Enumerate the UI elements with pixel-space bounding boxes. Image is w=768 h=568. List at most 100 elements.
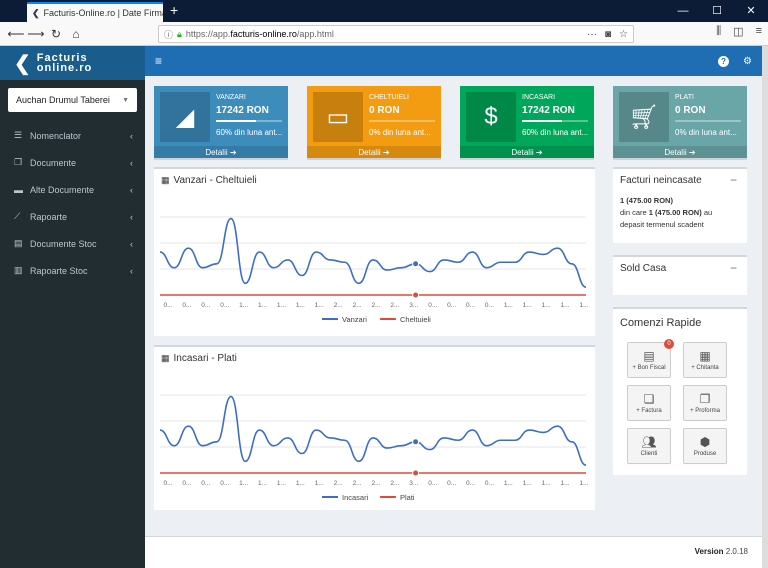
collapse-icon[interactable]: −: [730, 261, 737, 275]
minimize-icon[interactable]: —: [666, 0, 700, 22]
facturi-overdue: 1 (475.00 RON): [648, 208, 702, 217]
panel-title: Comenzi Rapide: [620, 317, 702, 329]
sidebar-item-alte-documente[interactable]: ▬ Alte Documente ‹: [0, 176, 145, 203]
help-icon[interactable]: ?: [718, 55, 730, 67]
x-tick-label: 2...: [334, 480, 343, 487]
x-tick-label: 2...: [353, 480, 362, 487]
back-icon[interactable]: ⟵: [6, 27, 26, 41]
library-icon[interactable]: ⫼: [716, 25, 721, 38]
list-icon: ☰: [14, 130, 23, 140]
x-tick-label: 1...: [542, 480, 551, 487]
x-tick-label: 1...: [315, 302, 324, 309]
forward-icon[interactable]: ⟶: [26, 27, 46, 41]
more-icon[interactable]: ···: [587, 29, 597, 40]
url-suffix: /app.html: [296, 29, 334, 39]
sidebar-item-rapoarte-stoc[interactable]: ▥ Rapoarte Stoc ‹: [0, 257, 145, 284]
box-value: 17242 RON: [522, 105, 575, 116]
new-tab-icon[interactable]: +: [170, 2, 178, 18]
files-icon: ❏: [643, 392, 655, 406]
box-progress: [675, 120, 741, 122]
sidebar-item-documente[interactable]: ❐ Documente ‹: [0, 149, 145, 176]
details-link[interactable]: Detalii ➔: [307, 146, 441, 160]
x-tick-label: 0...: [220, 480, 229, 487]
box-progress: [216, 120, 282, 122]
collapse-icon[interactable]: −: [730, 173, 737, 187]
home-icon[interactable]: ⌂: [66, 27, 86, 41]
x-tick-label: 1...: [258, 480, 267, 487]
x-tick-label: 1...: [504, 302, 513, 309]
tab-title: Facturis-Online.ro | Date Firma: [43, 8, 163, 18]
company-select[interactable]: Auchan Drumul Taberei ▼: [8, 88, 137, 112]
x-tick-label: 1...: [239, 302, 248, 309]
chevron-left-icon: ‹: [130, 184, 133, 195]
folder-open-icon: ▬: [14, 184, 23, 195]
sidebar-item-nomenclator[interactable]: ☰ Nomenclator ‹: [0, 122, 145, 149]
bookmark-star-icon[interactable]: ☆: [619, 29, 628, 40]
box-value: 0 RON: [675, 105, 706, 116]
credit-card-icon: ▭: [313, 92, 363, 142]
x-tick-label: 0...: [163, 480, 172, 487]
x-tick-label: 1...: [542, 302, 551, 309]
reload-icon[interactable]: ↻: [46, 27, 66, 41]
x-tick-label: 1...: [277, 480, 286, 487]
details-link[interactable]: Detalii ➔: [613, 146, 747, 160]
cart-icon: 🛒︎: [619, 92, 669, 142]
x-tick-label: 0...: [201, 302, 210, 309]
sidebar-item-label: Alte Documente: [30, 184, 95, 195]
box-progress: [369, 120, 435, 122]
x-tick-label: 2...: [353, 302, 362, 309]
details-link[interactable]: Detalii ➔: [460, 146, 594, 160]
maximize-icon[interactable]: ☐: [700, 0, 734, 22]
chart-panel-vanzari-cheltuieli: ▦ Vanzari - Cheltuieli 0... 0... 0... 0... 1.…: [154, 167, 595, 336]
box-progress-text: 60% din luna ant...: [522, 128, 589, 137]
quick-chitanta-button[interactable]: ▦ + Chitanta: [683, 342, 727, 378]
x-tick-label: 1...: [561, 302, 570, 309]
calculator-icon: ▦: [699, 349, 711, 363]
quick-produse-button[interactable]: ⬢ Produse: [683, 428, 727, 464]
chevron-left-icon: ‹: [130, 130, 133, 141]
sidebar-item-documente-stoc[interactable]: ▤ Documente Stoc ‹: [0, 230, 145, 257]
arrow-circle-right-icon: ➔: [382, 148, 390, 157]
x-tick-label: 1...: [296, 480, 305, 487]
chevron-left-icon: ‹: [130, 157, 133, 168]
legend-label: Cheltuieli: [400, 315, 431, 324]
chart-vanzari-cheltuieli[interactable]: 0... 0... 0... 0... 1... 1... 1... 1... 1... 2...…: [154, 191, 595, 336]
caret-down-icon: ▼: [122, 96, 129, 104]
page-scrollbar[interactable]: [762, 46, 768, 568]
close-window-icon[interactable]: ✕: [734, 0, 768, 22]
details-link[interactable]: Detalii ➔: [154, 146, 288, 160]
hamburger-menu-icon[interactable]: ≡: [756, 25, 762, 38]
sidebar-item-label: Documente Stoc: [30, 238, 97, 249]
arrow-circle-right-icon: ➔: [535, 148, 543, 157]
sidebar-item-label: Documente: [30, 157, 77, 168]
x-tick-label: 3...: [409, 302, 418, 309]
sidebar-toggle-icon[interactable]: ◫: [733, 25, 743, 38]
menu-toggle-icon[interactable]: ≡: [155, 54, 162, 68]
url-bar[interactable]: ⓘ 🔒︎ https://app. facturis-online.ro/app.…: [158, 25, 634, 43]
quick-proforma-button[interactable]: ❐ + Proforma: [683, 385, 727, 421]
arrow-circle-right-icon: ➔: [229, 148, 237, 157]
chart-incasari-plati[interactable]: 0... 0... 0... 0... 1... 1... 1... 1... 1... 2...…: [154, 369, 595, 510]
quick-factura-button[interactable]: ❏ + Factura: [627, 385, 671, 421]
logo[interactable]: ❮ Facturis online.ro: [0, 46, 145, 80]
x-tick-label: 2...: [371, 480, 380, 487]
button-label: + Bon Fiscal: [632, 365, 666, 371]
x-tick-label: 1...: [239, 480, 248, 487]
info-icon[interactable]: ⓘ: [164, 28, 173, 41]
x-tick-label: 1...: [579, 302, 588, 309]
series-point-0: [412, 260, 420, 268]
box-value: 17242 RON: [216, 105, 269, 116]
x-tick-label: 0...: [466, 480, 475, 487]
quick-bon-fiscal-button[interactable]: ▤ 0 + Bon Fiscal: [627, 339, 674, 378]
details-label: Detalii: [511, 148, 534, 157]
facturi-text: din care: [620, 208, 649, 217]
browser-tab[interactable]: ❮ Facturis-Online.ro | Date Firma ✕: [27, 2, 163, 22]
users-icon: 👥︎: [641, 435, 657, 449]
settings-icon[interactable]: ⚙: [743, 56, 752, 67]
button-label: Clienti: [640, 451, 658, 457]
sidebar-item-rapoarte[interactable]: ⟋ Rapoarte ‹: [0, 203, 145, 230]
box-progress-text: 0% din luna ant...: [369, 128, 431, 137]
panel-facturi-neincasate: Facturi neincasate − 1 (475.00 RON) din c…: [613, 167, 747, 243]
quick-clienti-button[interactable]: 👥︎ Clienti: [627, 428, 671, 464]
pocket-icon[interactable]: ◙: [605, 29, 611, 40]
